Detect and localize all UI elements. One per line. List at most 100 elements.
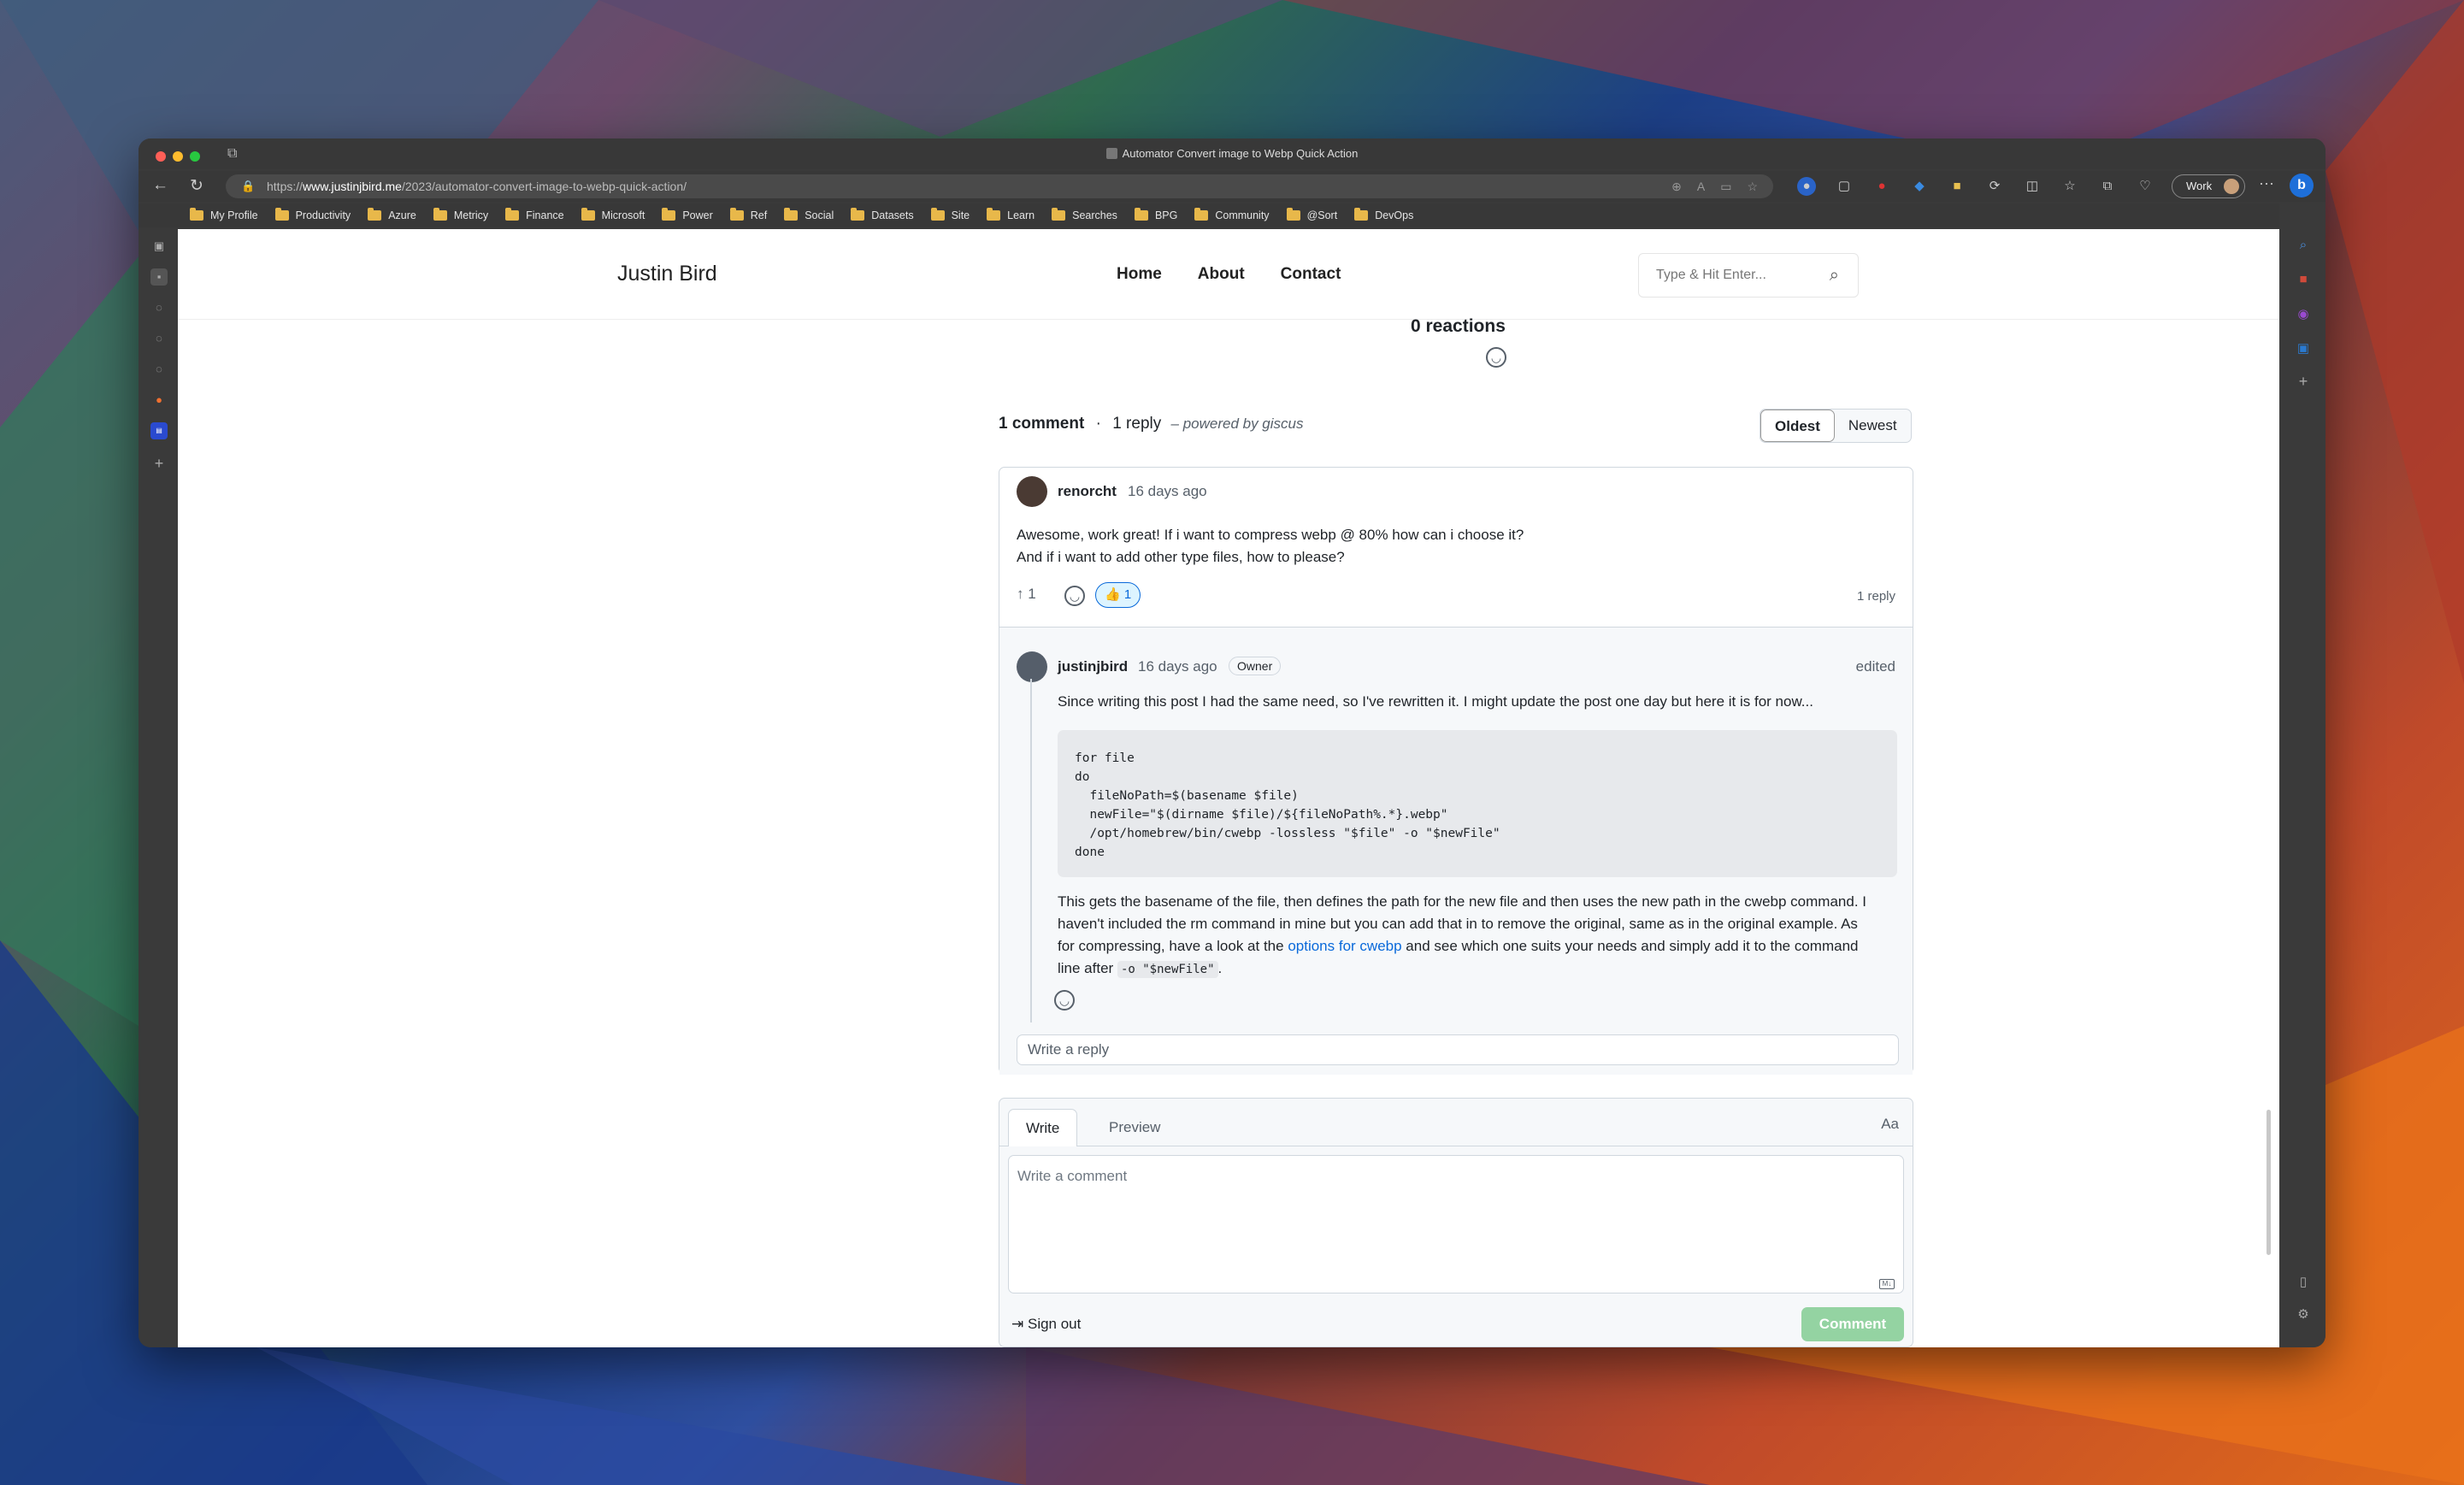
bookmark-item[interactable]: Searches (1052, 208, 1117, 221)
more-menu-icon[interactable]: ··· (2259, 174, 2274, 192)
upvote-button[interactable]: ↑ 1 (1017, 586, 1036, 603)
reply-outro-text-3: . (1217, 960, 1223, 976)
tab-favicon-loading-3[interactable]: ◌ (150, 361, 168, 378)
bookmark-item[interactable]: Community (1194, 208, 1270, 221)
bookmark-item[interactable]: DevOps (1354, 208, 1413, 221)
split-screen-icon[interactable]: ◫ (2023, 177, 2042, 196)
vertical-tabs-sidebar: ▣ ▪ ◌ ◌ ◌ ● ▤ + (139, 229, 178, 1347)
cwebp-options-link[interactable]: options for cwebp (1288, 938, 1401, 954)
bookmark-item[interactable]: Social (784, 208, 834, 221)
reply-time[interactable]: 16 days ago (1138, 658, 1217, 675)
submit-comment-button[interactable]: Comment (1801, 1307, 1904, 1341)
folder-icon (987, 208, 1001, 221)
folder-icon (505, 208, 520, 221)
new-tab-plus-icon[interactable]: + (150, 455, 168, 472)
folder-icon (1052, 208, 1066, 221)
search-icon[interactable]: ⌕ (1830, 254, 1839, 297)
settings-gear-icon[interactable]: ⚙ (2295, 1306, 2312, 1323)
bookmark-label: Searches (1072, 209, 1117, 221)
search-sidebar-icon[interactable]: ⌕ (2295, 238, 2312, 255)
tab-favicon-blue[interactable]: ▤ (150, 422, 168, 439)
favorites-icon[interactable]: ☆ (2060, 177, 2079, 196)
tab-preview[interactable]: Preview (1092, 1109, 1177, 1146)
comments-header: 1 comment · 1 reply – powered by giscus (999, 415, 1304, 433)
reply-add-reaction-icon[interactable]: ◡ (1054, 990, 1075, 1011)
bookmark-item[interactable]: Datasets (851, 208, 914, 221)
extension-red-icon[interactable]: ● (1872, 177, 1891, 196)
avatar[interactable] (1017, 476, 1047, 507)
read-aloud-icon[interactable]: A (1697, 174, 1705, 198)
favorite-star-icon[interactable]: ☆ (1747, 174, 1758, 198)
nav-home[interactable]: Home (1117, 265, 1162, 284)
avatar[interactable] (1017, 651, 1047, 682)
refresh-icon[interactable]: ↻ (190, 176, 203, 196)
bookmark-label: Social (805, 209, 834, 221)
bookmark-item[interactable]: Ref (729, 208, 767, 221)
hide-sidebar-icon[interactable]: ▯ (2295, 1274, 2312, 1291)
tab-favicon-loading[interactable]: ◌ (150, 299, 168, 316)
sort-newest-button[interactable]: Newest (1835, 410, 1911, 442)
thread-line (1030, 679, 1032, 1022)
zoom-icon[interactable]: ⊕ (1671, 174, 1682, 198)
bookmark-item[interactable]: Microsoft (581, 208, 645, 221)
bookmark-label: Microsoft (601, 209, 645, 221)
profile-button[interactable]: Work (2172, 174, 2245, 198)
add-sidebar-icon[interactable]: + (2295, 373, 2312, 390)
thumbs-up-reaction[interactable]: 👍 1 (1095, 582, 1141, 608)
tab-panel-icon[interactable]: ▣ (150, 238, 168, 255)
site-brand[interactable]: Justin Bird (617, 262, 717, 286)
bookmark-item[interactable]: Metricy (433, 208, 489, 221)
site-search-input[interactable]: Type & Hit Enter... ⌕ (1638, 253, 1859, 298)
reader-view-icon[interactable]: ▭ (1720, 174, 1731, 198)
tab-favicon-active[interactable]: ▪ (150, 268, 168, 286)
bookmark-item[interactable]: Finance (505, 208, 564, 221)
extensions-puzzle-icon[interactable]: ⟳ (1985, 177, 2004, 196)
powered-by-giscus[interactable]: – powered by giscus (1171, 415, 1304, 432)
sort-oldest-button[interactable]: Oldest (1760, 410, 1835, 442)
edited-label[interactable]: edited (1856, 658, 1895, 675)
password-manager-extension-icon[interactable]: ● (1797, 177, 1816, 196)
write-reply-input[interactable]: Write a reply (1017, 1034, 1899, 1065)
nav-contact[interactable]: Contact (1281, 265, 1341, 284)
bookmark-item[interactable]: Azure (368, 208, 416, 221)
owner-badge: Owner (1229, 657, 1282, 675)
comment-body-line-1: Awesome, work great! If i want to compre… (1017, 527, 1524, 543)
address-bar[interactable]: 🔒 https://www.justinjbird.me/2023/automa… (226, 174, 1773, 198)
scrollbar[interactable] (2267, 1110, 2271, 1255)
extension-badge-icon[interactable]: ◆ (1910, 177, 1929, 196)
bookmark-item[interactable]: My Profile (190, 208, 258, 221)
reply-author[interactable]: justinjbird (1058, 658, 1128, 675)
back-arrow-icon[interactable]: ← (152, 176, 168, 195)
bookmark-item[interactable]: Site (930, 208, 970, 221)
outlook-sidebar-icon[interactable]: ▣ (2295, 340, 2312, 357)
comment-time[interactable]: 16 days ago (1128, 483, 1207, 500)
comment-textarea[interactable]: Write a comment M↓ (1008, 1155, 1904, 1293)
nav-about[interactable]: About (1198, 265, 1245, 284)
bookmark-item[interactable]: Power (662, 208, 713, 221)
add-reaction-icon[interactable]: ◡ (1486, 347, 1506, 368)
extension-icon[interactable]: ▢ (1835, 177, 1854, 196)
notes-extension-icon[interactable]: ■ (1948, 177, 1966, 196)
performance-icon[interactable]: ♡ (2136, 177, 2155, 196)
tab-favicon-loading-2[interactable]: ◌ (150, 330, 168, 347)
bookmark-item[interactable]: BPG (1134, 208, 1177, 221)
bookmark-item[interactable]: Learn (987, 208, 1035, 221)
games-sidebar-icon[interactable]: ◉ (2295, 306, 2312, 323)
folder-icon (581, 208, 595, 221)
copilot-icon[interactable]: b (2290, 174, 2314, 197)
bookmark-item[interactable]: @Sort (1286, 208, 1337, 221)
comment-add-reaction-icon[interactable]: ◡ (1064, 586, 1085, 606)
bookmark-label: Metricy (453, 209, 489, 221)
tools-sidebar-icon[interactable]: ■ (2295, 272, 2312, 289)
favicon-icon (1105, 148, 1117, 159)
text-format-button[interactable]: Aa (1881, 1116, 1899, 1133)
profile-label: Work (2186, 180, 2213, 192)
collections-icon[interactable]: ⧉ (2098, 177, 2117, 196)
bookmark-label: Site (951, 209, 970, 221)
tab-favicon-orange[interactable]: ● (150, 392, 168, 409)
tab-write[interactable]: Write (1008, 1109, 1078, 1146)
comment-author[interactable]: renorcht (1058, 483, 1117, 500)
sign-out-button[interactable]: ⇥ Sign out (1011, 1316, 1081, 1333)
bookmark-item[interactable]: Productivity (274, 208, 351, 221)
site-header: Justin Bird Home About Contact Type & Hi… (178, 229, 2279, 320)
